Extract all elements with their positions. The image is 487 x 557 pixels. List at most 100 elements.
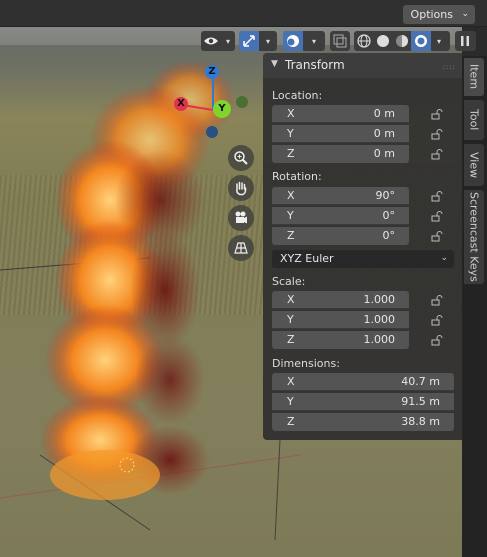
chevron-down-icon[interactable]: ▾: [261, 31, 275, 51]
transform-panel-header[interactable]: ▼ Transform ::::: [263, 53, 462, 78]
collapse-triangle-icon[interactable]: ▼: [271, 59, 278, 69]
zoom-icon: [234, 151, 248, 165]
chevron-down-icon[interactable]: ▾: [432, 31, 446, 51]
scale-z-field[interactable]: Z 1.000: [272, 331, 409, 349]
rendered-shading-icon[interactable]: [411, 31, 431, 51]
gizmo-z-axis[interactable]: Z: [205, 65, 219, 79]
axis-label: Y: [287, 313, 294, 326]
axis-label: X: [287, 293, 295, 306]
tab-tool-label: Tool: [467, 109, 481, 131]
tab-view[interactable]: View: [464, 144, 484, 186]
pause-render-button[interactable]: [455, 31, 476, 51]
overlay-group: ▾: [283, 31, 325, 51]
chevron-down-icon[interactable]: ▾: [221, 31, 235, 51]
pan-tool[interactable]: [228, 175, 254, 201]
gizmo-icon[interactable]: [239, 31, 259, 51]
scale-label: Scale:: [272, 275, 306, 288]
axis-label: Z: [287, 333, 295, 346]
shading-group: ▾: [354, 31, 450, 51]
field-value: 1.000: [363, 333, 396, 346]
tab-screencast-keys[interactable]: Screencast Keys: [464, 190, 484, 284]
chevron-down-icon[interactable]: ▾: [307, 31, 321, 51]
pause-icon: [455, 31, 475, 51]
visibility-icon[interactable]: [201, 31, 221, 51]
tab-item-label: Item: [467, 64, 481, 90]
field-value: 91.5 m: [401, 395, 440, 408]
gizmo-x-axis[interactable]: X: [174, 97, 188, 111]
field-value: 0 m: [373, 127, 395, 140]
lock-icon[interactable]: [431, 148, 443, 160]
gizmo-y-axis[interactable]: Y: [213, 100, 231, 118]
camera-icon: [235, 211, 247, 224]
gizmo-neg-z-axis[interactable]: [206, 126, 218, 138]
lock-icon[interactable]: [431, 108, 443, 120]
rotation-z-field[interactable]: Z 0°: [272, 227, 409, 245]
axis-label: Y: [287, 127, 294, 140]
field-value: 40.7 m: [401, 375, 440, 388]
xray-icon: [330, 31, 350, 51]
drag-handle-icon[interactable]: ::::: [443, 63, 456, 71]
location-x-field[interactable]: X 0 m: [272, 105, 409, 123]
field-value: 38.8 m: [401, 415, 440, 428]
tab-view-label: View: [467, 151, 481, 179]
hand-icon: [236, 181, 247, 196]
axis-label: Y: [287, 209, 294, 222]
field-value: 1.000: [363, 313, 396, 326]
rotation-y-field[interactable]: Y 0°: [272, 207, 409, 225]
rotation-x-field[interactable]: X 90°: [272, 187, 409, 205]
location-label: Location:: [272, 89, 323, 102]
location-z-field[interactable]: Z 0 m: [272, 145, 409, 163]
camera-view-tool[interactable]: [228, 205, 254, 231]
field-value: 90°: [375, 189, 396, 202]
gizmo-neg-y-axis[interactable]: [236, 96, 248, 108]
perspective-toggle[interactable]: [228, 235, 254, 261]
chevron-down-icon: ⌄: [440, 253, 448, 263]
lock-icon[interactable]: [431, 334, 443, 346]
navigation-gizmo[interactable]: Z X Y: [168, 62, 248, 142]
tab-screencast-keys-label: Screencast Keys: [467, 192, 481, 282]
axis-label: Z: [287, 229, 295, 242]
lock-icon[interactable]: [431, 210, 443, 222]
location-y-field[interactable]: Y 0 m: [272, 125, 409, 143]
axis-label: X: [287, 107, 295, 120]
zoom-tool[interactable]: [228, 145, 254, 171]
field-value: 0 m: [373, 107, 395, 120]
scale-x-field[interactable]: X 1.000: [272, 291, 409, 309]
lock-icon[interactable]: [431, 230, 443, 242]
gizmo-group: ▾: [239, 31, 277, 51]
dimensions-z-field[interactable]: Z 38.8 m: [272, 413, 454, 431]
visibility-group: ▾: [201, 31, 235, 51]
field-value: 0°: [382, 209, 396, 222]
sidebar-tabs: Item Tool View Screencast Keys: [462, 56, 487, 557]
solid-shading-icon[interactable]: [373, 31, 393, 51]
field-value: 0 m: [373, 147, 395, 160]
dimensions-y-field[interactable]: Y 91.5 m: [272, 393, 454, 411]
material-shading-icon[interactable]: [392, 31, 412, 51]
rotation-mode-dropdown[interactable]: XYZ Euler ⌄: [272, 250, 454, 268]
tab-item[interactable]: Item: [464, 58, 484, 96]
field-value: 1.000: [363, 293, 396, 306]
xray-toggle[interactable]: [330, 31, 350, 51]
lock-icon[interactable]: [431, 190, 443, 202]
axis-label: Y: [287, 395, 294, 408]
tab-tool[interactable]: Tool: [464, 100, 484, 140]
editor-header: Options ⌄: [0, 0, 487, 27]
dimensions-x-field[interactable]: X 40.7 m: [272, 373, 454, 391]
axis-label: X: [287, 375, 295, 388]
rotation-mode-value: XYZ Euler: [280, 252, 334, 265]
lock-icon[interactable]: [431, 128, 443, 140]
dimensions-label: Dimensions:: [272, 357, 340, 370]
transform-panel: ▼ Transform :::: Location: X 0 m Y 0 m Z…: [263, 53, 462, 440]
panel-title: Transform: [285, 58, 345, 72]
axis-label: X: [287, 189, 295, 202]
axis-label: Z: [287, 415, 295, 428]
options-label: Options: [410, 8, 453, 21]
axis-label: Z: [287, 147, 295, 160]
lock-icon[interactable]: [431, 294, 443, 306]
lock-icon[interactable]: [431, 314, 443, 326]
overlay-icon[interactable]: [283, 31, 303, 51]
options-dropdown[interactable]: Options ⌄: [402, 5, 475, 24]
rotation-label: Rotation:: [272, 170, 322, 183]
scale-y-field[interactable]: Y 1.000: [272, 311, 409, 329]
wireframe-shading-icon[interactable]: [354, 31, 374, 51]
